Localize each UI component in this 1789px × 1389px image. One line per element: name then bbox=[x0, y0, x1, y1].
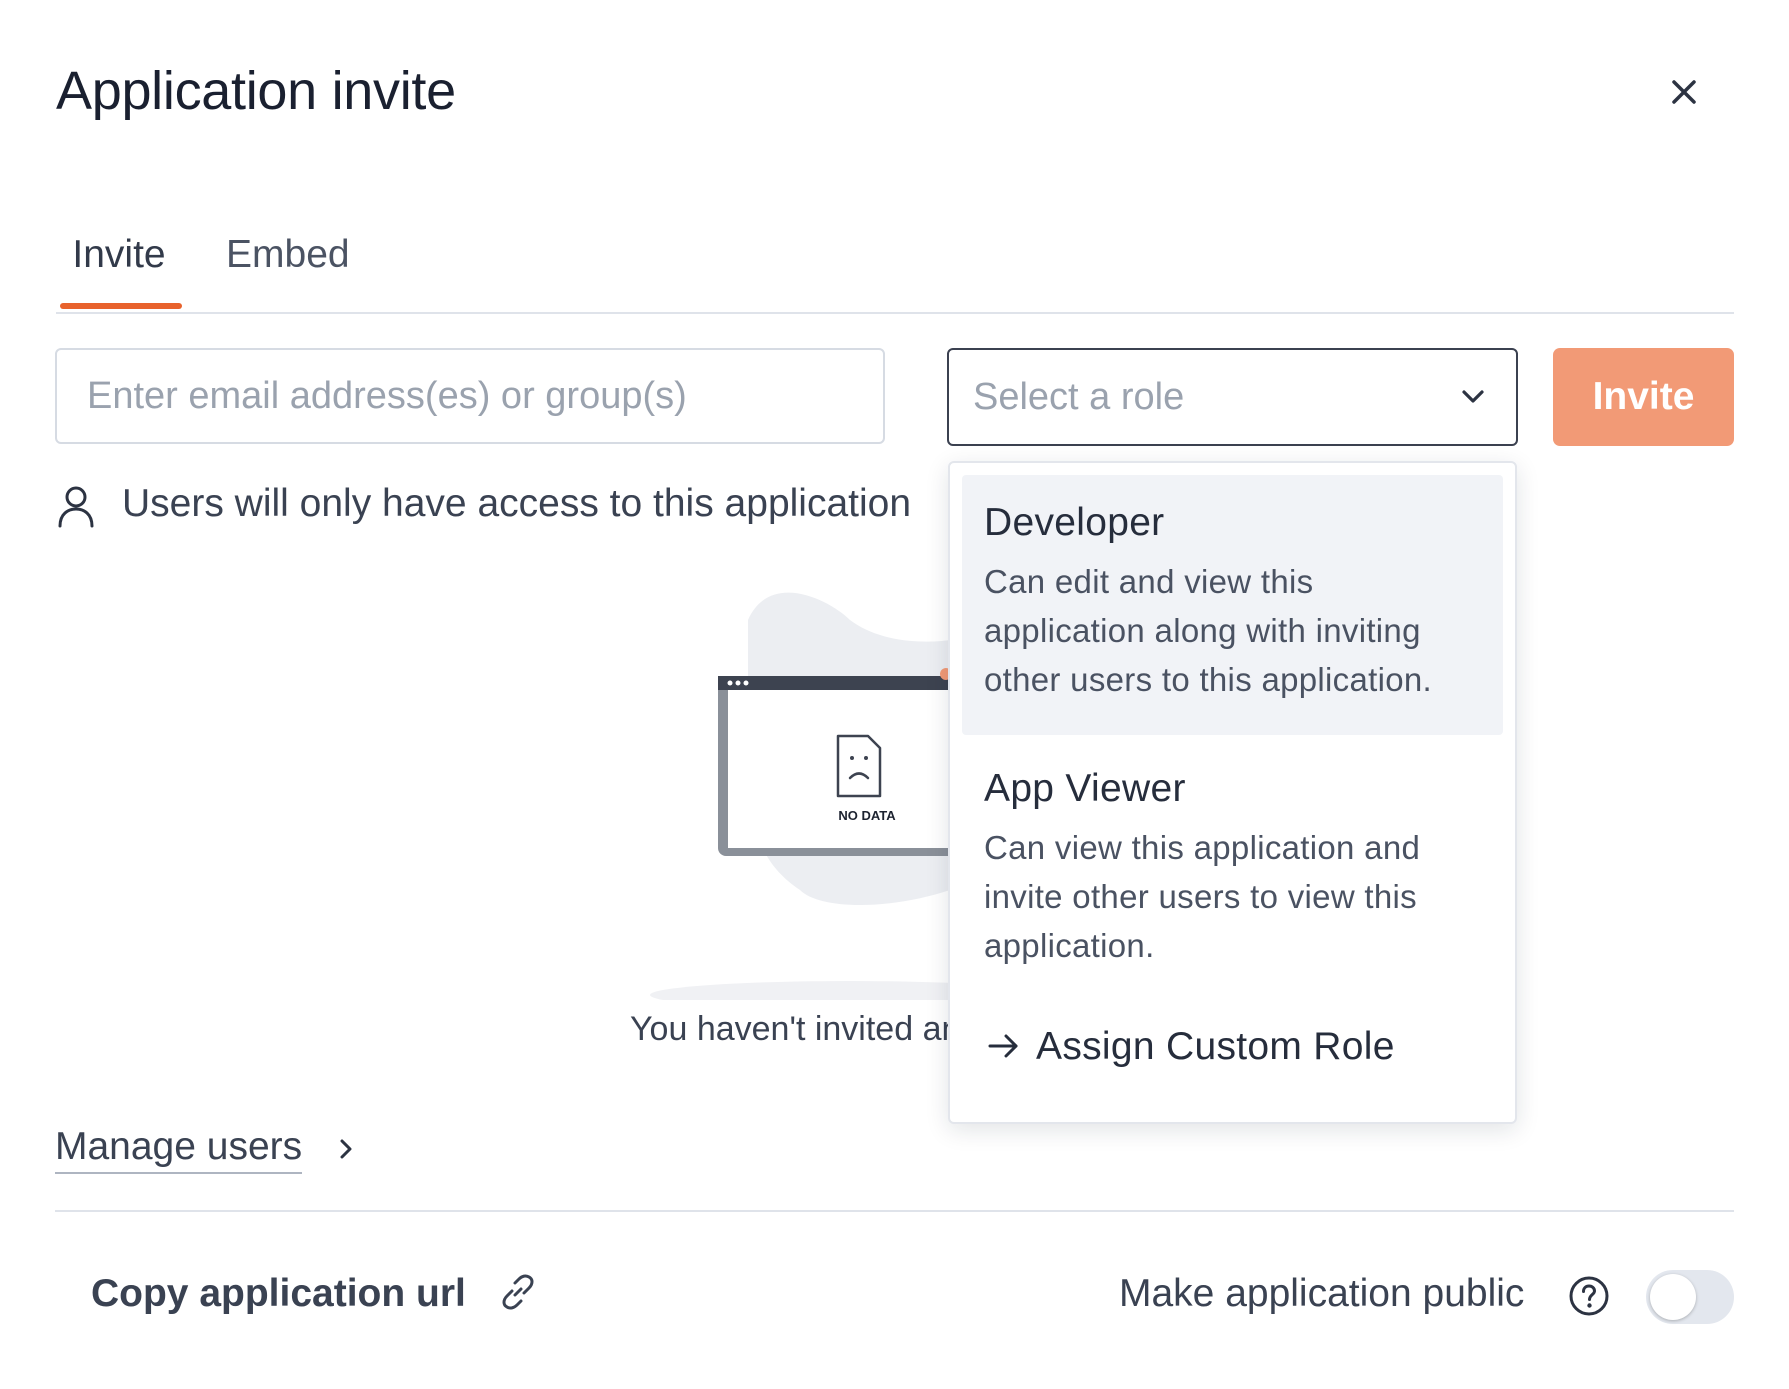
copy-url-label: Copy application url bbox=[91, 1272, 466, 1315]
role-select[interactable]: Select a role bbox=[947, 348, 1518, 446]
role-dropdown-menu: Developer Can edit and view this applica… bbox=[948, 461, 1517, 1124]
tab-bar: Invite Embed bbox=[56, 230, 1734, 314]
assign-custom-role-link[interactable]: Assign Custom Role bbox=[986, 1025, 1395, 1069]
manage-users-link[interactable]: Manage users bbox=[55, 1125, 355, 1174]
make-public-label: Make application public bbox=[1119, 1272, 1525, 1315]
invite-button[interactable]: Invite bbox=[1553, 348, 1734, 446]
role-option-developer[interactable]: Developer Can edit and view this applica… bbox=[962, 475, 1503, 735]
active-tab-indicator bbox=[60, 303, 182, 309]
access-note: Users will only have access to this appl… bbox=[56, 478, 956, 538]
empty-state-message: You haven't invited any users yet bbox=[630, 1010, 950, 1048]
no-data-illustration: NO DATA bbox=[650, 580, 1050, 1009]
role-option-description: Can view this application and invite oth… bbox=[984, 829, 1421, 964]
chevron-down-icon bbox=[1462, 390, 1484, 403]
tab-embed-label: Embed bbox=[226, 233, 350, 276]
role-option-title: Developer bbox=[984, 501, 1165, 544]
toggle-knob bbox=[1650, 1274, 1696, 1320]
application-invite-dialog: Application invite Invite Embed Select a… bbox=[0, 0, 1789, 1389]
tab-invite-label: Invite bbox=[72, 233, 166, 276]
tab-invite[interactable]: Invite bbox=[56, 230, 182, 310]
footer-divider bbox=[55, 1210, 1734, 1212]
no-data-label: NO DATA bbox=[838, 808, 896, 823]
dialog-title: Application invite bbox=[56, 61, 456, 121]
arrow-right-icon bbox=[988, 1034, 1018, 1058]
close-button[interactable] bbox=[1662, 70, 1706, 114]
help-icon[interactable] bbox=[1568, 1275, 1610, 1317]
copy-url-button[interactable]: Copy application url bbox=[91, 1272, 539, 1316]
user-icon bbox=[58, 486, 94, 528]
tab-embed[interactable]: Embed bbox=[226, 230, 350, 310]
role-option-app-viewer[interactable]: App Viewer Can view this application and… bbox=[962, 741, 1503, 981]
manage-users-label: Manage users bbox=[55, 1125, 303, 1174]
close-icon bbox=[1672, 80, 1696, 104]
make-public-toggle[interactable] bbox=[1646, 1270, 1734, 1324]
assign-custom-role-label: Assign Custom Role bbox=[1036, 1025, 1395, 1068]
link-icon bbox=[502, 1274, 534, 1310]
access-note-text: Users will only have access to this appl… bbox=[122, 482, 912, 525]
role-select-placeholder: Select a role bbox=[973, 376, 1185, 418]
role-option-description: Can edit and view this application along… bbox=[984, 563, 1433, 698]
role-option-title: App Viewer bbox=[984, 767, 1186, 810]
email-input[interactable] bbox=[55, 348, 885, 444]
chevron-right-icon bbox=[340, 1139, 352, 1159]
